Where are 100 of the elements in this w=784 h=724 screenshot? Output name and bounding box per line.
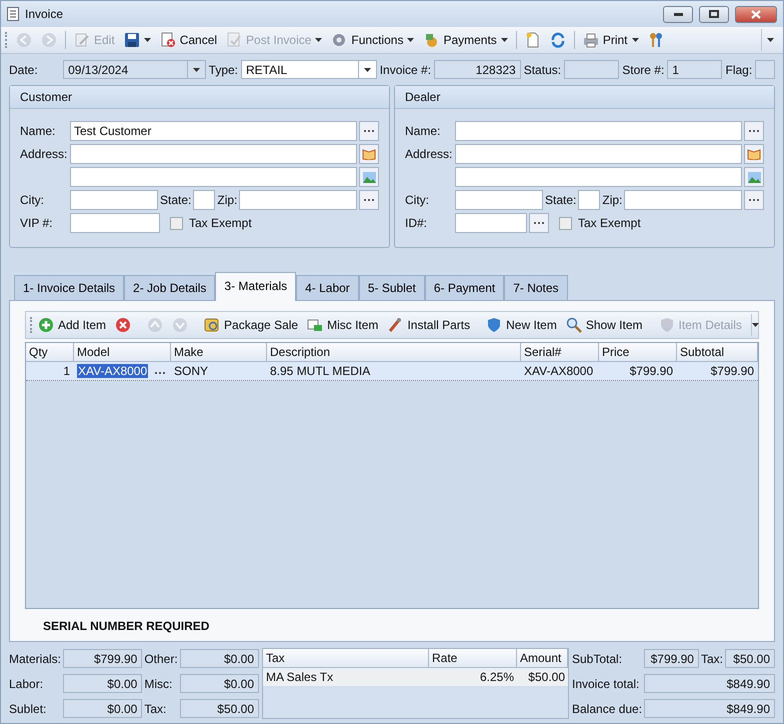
tab[interactable]: 3- Materials: [215, 272, 296, 301]
type-dropdown[interactable]: RETAIL: [241, 60, 377, 79]
ellipsis-button[interactable]: [744, 121, 764, 141]
save-icon: [124, 32, 140, 48]
ellipsis-button[interactable]: [529, 213, 549, 233]
toolbar-button[interactable]: Package Sale: [201, 315, 302, 335]
table-cell: 8.95 MUTL MEDIA: [270, 364, 370, 378]
column-header[interactable]: Model: [74, 343, 171, 362]
ellipsis-button[interactable]: [359, 190, 379, 210]
column-header[interactable]: Description: [267, 343, 521, 362]
checkbox-label: Tax Exempt: [189, 216, 252, 230]
column-header[interactable]: Amount: [517, 649, 568, 668]
status-field: [564, 60, 620, 79]
map-button[interactable]: [359, 167, 379, 187]
table-cell: $799.90: [710, 364, 754, 378]
toolbar-button[interactable]: Functions: [328, 30, 418, 50]
minimize-button[interactable]: [663, 6, 693, 22]
panel-title: Customer: [10, 86, 389, 109]
book-icon: [747, 148, 761, 160]
column-header[interactable]: Price: [599, 343, 677, 362]
table-row[interactable]: 1 XAV-AX8000 SONY 8.95 MUTL MEDIA XAV-AX8000 $799.90 $799.90: [26, 362, 758, 381]
toolbar-button[interactable]: Install Parts: [384, 315, 474, 335]
field-label: City:: [20, 193, 45, 207]
total-label: Sublet:: [9, 702, 48, 716]
state-field[interactable]: [578, 190, 600, 210]
column-header[interactable]: Qty: [26, 343, 74, 362]
id-field[interactable]: [455, 213, 527, 233]
toolbar-button[interactable]: Print: [580, 30, 642, 50]
maximize-icon: [709, 10, 719, 18]
column-header[interactable]: Make: [171, 343, 267, 362]
date-dropdown[interactable]: 09/13/2024: [63, 60, 206, 79]
field-label: City:: [405, 193, 430, 207]
table-cell: MA Sales Tx: [266, 670, 334, 684]
address-book-button[interactable]: [744, 144, 764, 164]
zip-field[interactable]: [239, 190, 357, 210]
subtotal-value: $799.90: [644, 649, 699, 668]
zip-field[interactable]: [624, 190, 742, 210]
tab[interactable]: 6- Payment: [424, 275, 504, 300]
city-field[interactable]: [70, 190, 158, 210]
toolbar-button[interactable]: New Item: [483, 315, 560, 335]
tab[interactable]: 1- Invoice Details: [14, 275, 124, 300]
total-label: Tax:: [144, 702, 168, 716]
landscape-icon: [748, 172, 760, 182]
column-header[interactable]: Tax: [263, 649, 429, 668]
up-icon: [147, 317, 164, 333]
toolbar-button[interactable]: Cancel: [156, 30, 220, 50]
checkbox[interactable]: [559, 216, 572, 230]
window-title: Invoice: [25, 7, 64, 21]
tab[interactable]: 7- Notes: [504, 275, 568, 300]
close-icon: [751, 10, 761, 18]
total-value: $0.00: [63, 674, 142, 693]
panel-title: Dealer: [395, 86, 774, 109]
total-value: $799.90: [63, 649, 142, 668]
field-label: Date:: [9, 62, 39, 76]
caret-icon: [752, 323, 759, 327]
forward-icon: [41, 32, 57, 48]
name-field[interactable]: [455, 121, 742, 141]
field-label: State:: [160, 193, 192, 207]
map-button[interactable]: [744, 167, 764, 187]
checkbox[interactable]: [170, 216, 183, 230]
id-field[interactable]: [70, 213, 160, 233]
city-field[interactable]: [455, 190, 543, 210]
address-field[interactable]: [70, 167, 357, 187]
total-label: SubTotal:: [572, 652, 624, 666]
toolbar-button[interactable]: Add Item: [35, 315, 110, 335]
book-icon: [362, 148, 376, 160]
total-value: $0.00: [180, 674, 259, 693]
address-book-button[interactable]: [359, 144, 379, 164]
shield-icon: [658, 317, 675, 333]
table-cell[interactable]: XAV-AX8000: [77, 364, 148, 378]
total-label: Other:: [144, 652, 178, 666]
address-field[interactable]: [455, 167, 742, 187]
address-field[interactable]: [70, 144, 357, 164]
close-button[interactable]: [735, 6, 777, 22]
column-header[interactable]: Subtotal: [677, 343, 758, 362]
add-icon: [38, 317, 54, 333]
address-field[interactable]: [455, 144, 742, 164]
field-label: Name:: [405, 124, 442, 138]
state-field[interactable]: [193, 190, 216, 210]
overflow-button[interactable]: [750, 314, 759, 336]
tab[interactable]: 2- Job Details: [124, 275, 216, 300]
column-header[interactable]: Serial#: [521, 343, 599, 362]
serial-warning: SERIAL NUMBER REQUIRED: [42, 618, 210, 633]
tab[interactable]: 5- Sublet: [358, 275, 425, 300]
ellipsis-button[interactable]: [359, 121, 379, 141]
ellipsis-button[interactable]: [744, 190, 764, 210]
toolbar-button[interactable]: Payments: [420, 30, 511, 50]
total-label: Materials:: [9, 652, 62, 666]
maximize-button[interactable]: [699, 6, 729, 22]
tab[interactable]: 4- Labor: [296, 275, 359, 300]
field-label: Address:: [405, 147, 453, 161]
magnifier-icon: [566, 317, 582, 333]
name-field[interactable]: Test Customer: [70, 121, 357, 141]
column-header[interactable]: Rate: [429, 649, 517, 668]
invoice-number-field: 128323: [434, 60, 521, 79]
total-value: $0.00: [180, 649, 259, 668]
total-value: $0.00: [63, 699, 142, 718]
table-cell: $50.00: [528, 670, 565, 684]
toolbar-button[interactable]: Misc Item: [304, 315, 382, 335]
toolbar-button[interactable]: Show Item: [562, 315, 646, 335]
